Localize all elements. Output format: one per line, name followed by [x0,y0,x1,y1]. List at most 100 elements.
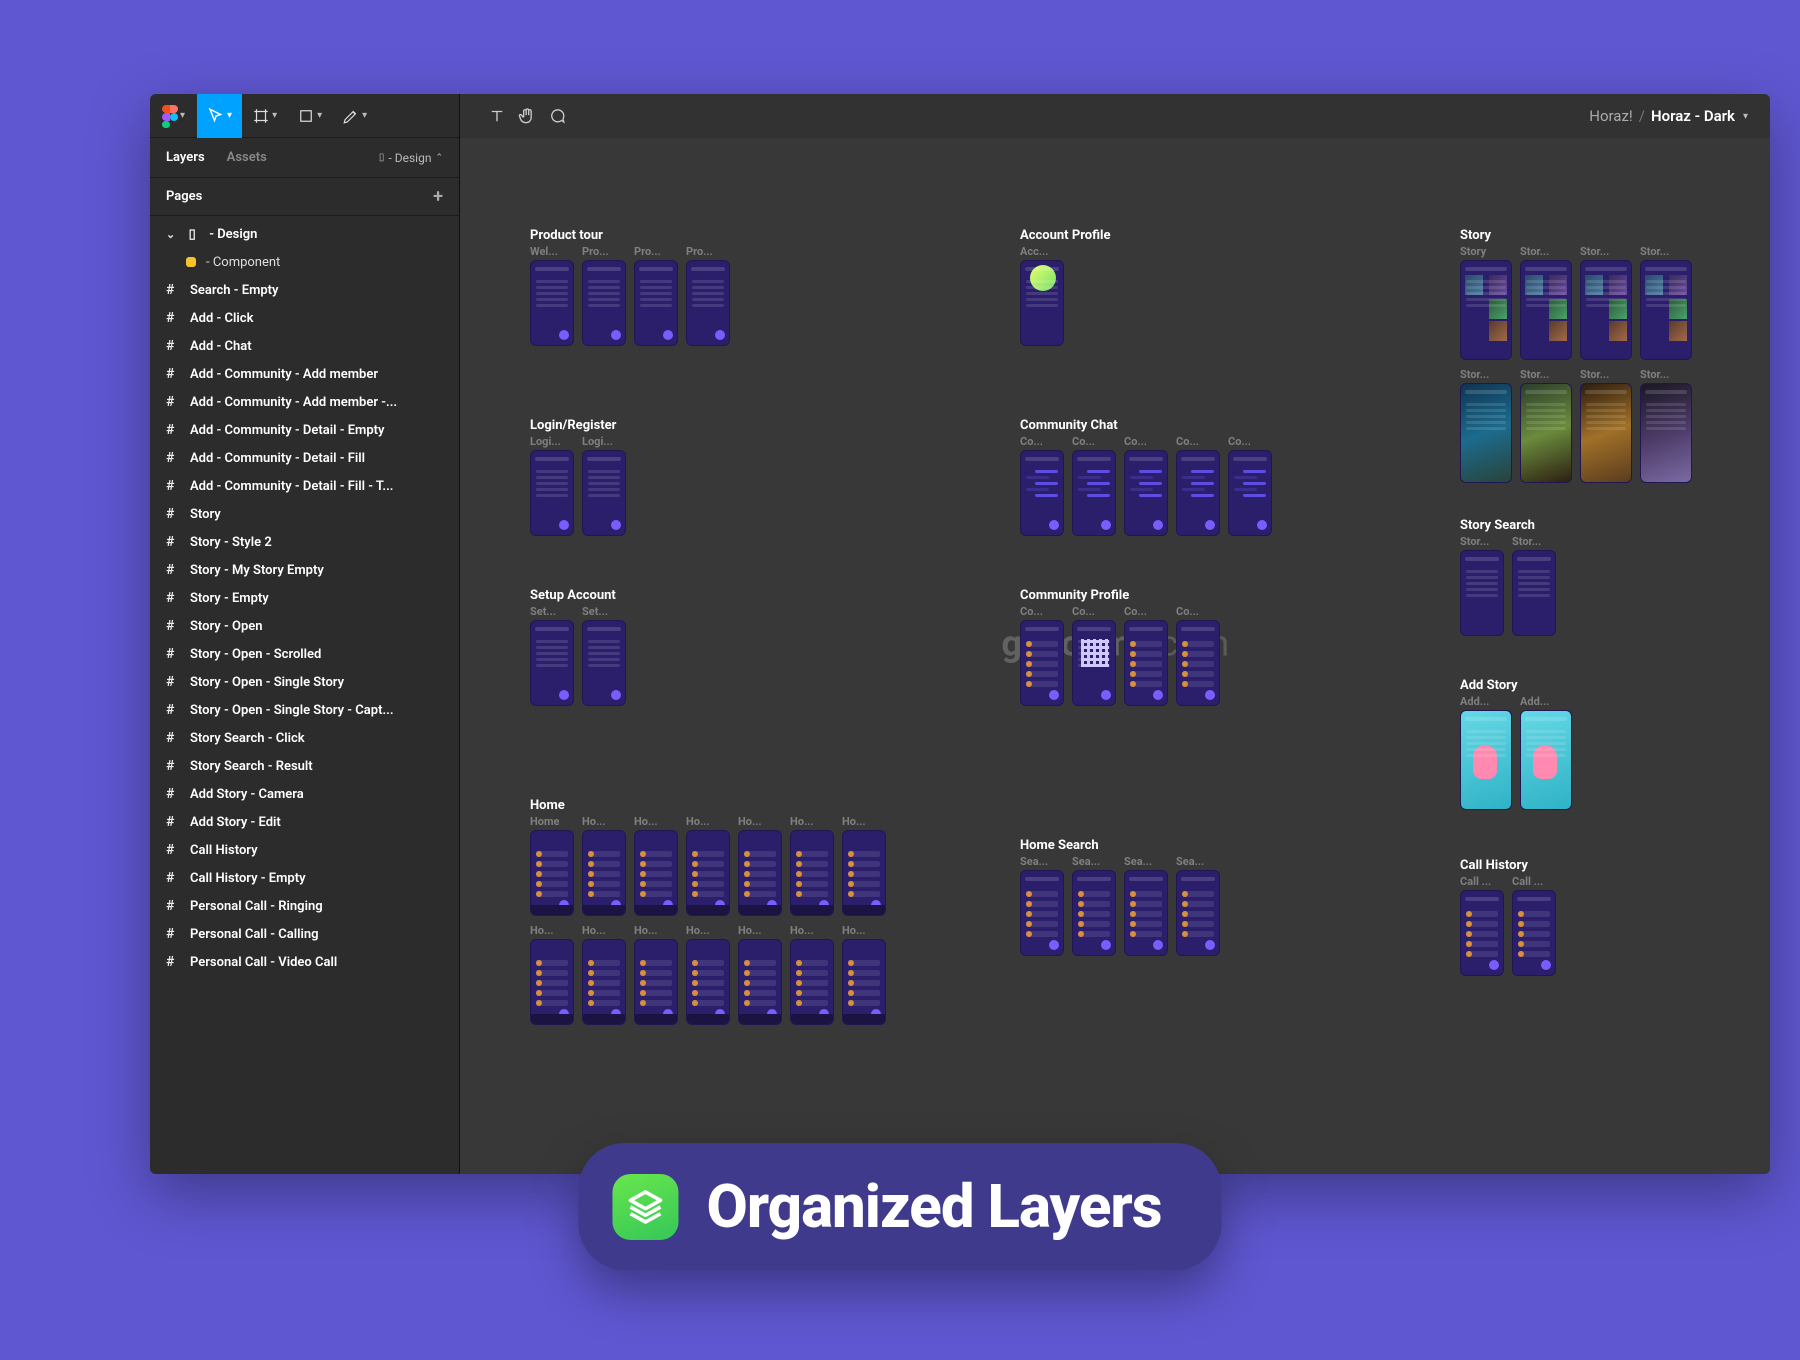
artboard[interactable]: Add... [1460,695,1512,810]
artboard[interactable]: Set... [530,605,574,706]
layer-row[interactable]: #Add - Click [150,304,459,332]
artboard[interactable]: Ho... [530,924,574,1025]
layer-row[interactable]: #Add - Community - Detail - Empty [150,416,459,444]
layer-row[interactable]: #Story Search - Click [150,724,459,752]
artboard[interactable]: Ho... [790,924,834,1025]
layer-row[interactable]: #Add - Community - Detail - Fill - T... [150,472,459,500]
layer-row[interactable]: #Story - Style 2 [150,528,459,556]
artboard[interactable]: Pro... [582,245,626,346]
artboard[interactable]: Logi... [530,435,574,536]
artboard-screen [1020,620,1064,706]
layer-row[interactable]: #Story - Empty [150,584,459,612]
artboard[interactable]: Sea... [1072,855,1116,956]
layer-row[interactable]: #Story - Open - Single Story [150,668,459,696]
artboard[interactable]: Ho... [582,924,626,1025]
artboard[interactable]: Set... [582,605,626,706]
artboard[interactable]: Ho... [582,815,626,916]
text-tool-button[interactable] [482,107,512,125]
artboard[interactable]: Call ... [1460,875,1504,976]
artboard[interactable]: Story [1460,245,1512,360]
layer-row[interactable]: #Personal Call - Ringing [150,892,459,920]
artboard[interactable]: Co... [1176,435,1220,536]
artboard[interactable]: Ho... [686,924,730,1025]
artboard[interactable]: Stor... [1520,368,1572,483]
breadcrumb[interactable]: Horaz! / Horaz - Dark ▾ [1589,107,1748,125]
tab-assets[interactable]: Assets [227,150,267,165]
artboard[interactable]: Ho... [738,815,782,916]
artboard[interactable]: Co... [1176,605,1220,706]
artboard[interactable]: Ho... [790,815,834,916]
artboard[interactable]: Ho... [686,815,730,916]
artboard[interactable]: Co... [1124,435,1168,536]
artboard[interactable]: Stor... [1640,245,1692,360]
artboard[interactable]: Co... [1020,435,1064,536]
artboard-screen [1124,450,1168,536]
artboard[interactable]: Ho... [634,815,678,916]
page-row[interactable]: - Component [150,248,459,276]
artboard[interactable]: Stor... [1580,245,1632,360]
artboard[interactable]: Co... [1072,605,1116,706]
artboard[interactable]: Home [530,815,574,916]
artboard[interactable]: Ho... [634,924,678,1025]
artboard[interactable]: Co... [1020,605,1064,706]
artboard[interactable]: Stor... [1460,535,1504,636]
artboard[interactable]: Co... [1072,435,1116,536]
artboard[interactable]: Sea... [1020,855,1064,956]
layer-row[interactable]: #Add Story - Camera [150,780,459,808]
layer-row[interactable]: #Add Story - Edit [150,808,459,836]
layer-row[interactable]: #Personal Call - Calling [150,920,459,948]
artboard[interactable]: Sea... [1124,855,1168,956]
artboard[interactable]: Logi... [582,435,626,536]
artboard[interactable]: Co... [1124,605,1168,706]
artboard[interactable]: Pro... [686,245,730,346]
artboard[interactable]: Call ... [1512,875,1556,976]
layer-row[interactable]: #Call History [150,836,459,864]
canvas[interactable]: gooodme.com Product tourWel...Pro...Pro.… [460,138,1770,1174]
layer-row[interactable]: #Add - Community - Detail - Fill [150,444,459,472]
pen-tool-button[interactable]: ▾ [332,94,377,138]
tab-layers[interactable]: Layers [166,150,205,165]
layer-row[interactable]: #Story - Open [150,612,459,640]
layer-row[interactable]: #Add - Community - Add member -... [150,388,459,416]
layer-name: Story [190,507,221,522]
layer-row[interactable]: #Story - Open - Single Story - Capt... [150,696,459,724]
page-row[interactable]: ⌄ ▯ - Design [150,220,459,248]
artboard[interactable]: Ho... [842,924,886,1025]
layer-row[interactable]: #Story - Open - Scrolled [150,640,459,668]
figma-menu-button[interactable]: ▾ [150,94,197,138]
artboard-label: Co... [1124,435,1147,448]
artboard[interactable]: Stor... [1512,535,1556,636]
layer-row[interactable]: #Story Search - Result [150,752,459,780]
artboard-screen [1520,260,1572,360]
artboard[interactable]: Wel... [530,245,574,346]
frame-tool-button[interactable]: ▾ [242,94,287,138]
shape-tool-button[interactable]: ▾ [287,94,332,138]
layer-row[interactable]: #Personal Call - Video Call [150,948,459,976]
comment-tool-button[interactable] [542,107,572,125]
layer-row[interactable]: #Add - Chat [150,332,459,360]
artboard-label: Sea... [1020,855,1048,868]
layer-row[interactable]: #Story [150,500,459,528]
artboard[interactable]: Add... [1520,695,1572,810]
artboard-screen [738,939,782,1025]
artboard[interactable]: Stor... [1640,368,1692,483]
artboard[interactable]: Ho... [842,815,886,916]
page-name: - Component [206,255,280,270]
artboard[interactable]: Stor... [1520,245,1572,360]
layer-row[interactable]: #Search - Empty [150,276,459,304]
artboard[interactable]: Sea... [1176,855,1220,956]
hand-tool-button[interactable] [512,106,542,126]
artboard[interactable]: Ho... [738,924,782,1025]
page-selector[interactable]: ▯ - Design ⌃ [379,151,443,165]
artboard[interactable]: Pro... [634,245,678,346]
layer-row[interactable]: #Call History - Empty [150,864,459,892]
artboard[interactable]: Co... [1228,435,1272,536]
layer-name: Story - Open - Scrolled [190,647,321,662]
artboard[interactable]: Stor... [1460,368,1512,483]
move-tool-button[interactable]: ▾ [197,94,242,138]
artboard[interactable]: Acc... [1020,245,1064,346]
layer-row[interactable]: #Add - Community - Add member [150,360,459,388]
layer-row[interactable]: #Story - My Story Empty [150,556,459,584]
artboard[interactable]: Stor... [1580,368,1632,483]
add-page-button[interactable]: + [433,186,443,207]
